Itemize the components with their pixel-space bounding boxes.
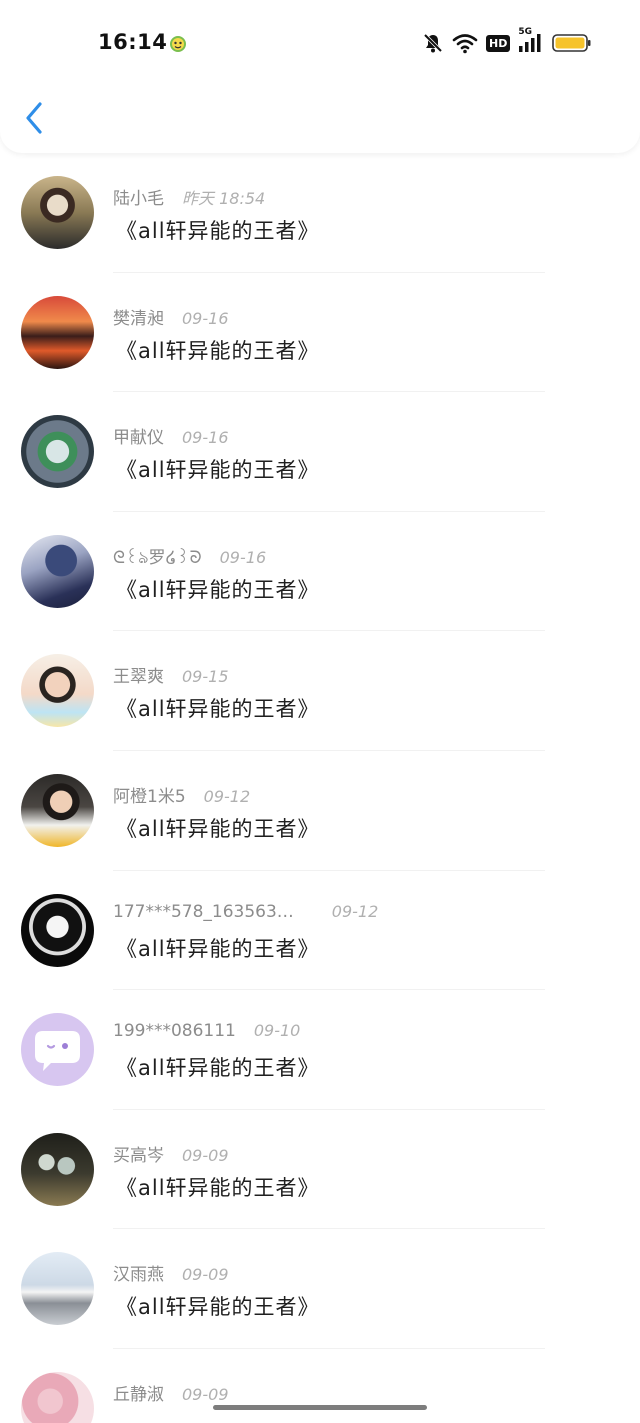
battery-icon [552,32,592,54]
avatar[interactable] [21,1252,94,1326]
message-text: 《all轩异能的王者》 [116,1295,320,1320]
message-date: 09-12 [203,786,251,806]
list-item[interactable]: ᘓ꒰ঌ罗໒꒱ᘐ 09-16 《all轩异能的王者》 [0,512,640,632]
chat-bubble-icon [35,1031,80,1072]
avatar[interactable] [21,534,94,608]
message-list: 陆小毛 昨天 18:54 《all轩异能的王者》 樊清昶 09-16 《all轩异能… [0,153,640,1423]
sender-name: 陆小毛 [113,189,164,209]
sender-name: 丘静淑 [113,1384,164,1405]
message-date: 09-09 [182,1265,229,1285]
mute-bell-icon [422,32,444,54]
message-text: 《all轩异能的王者》 [116,338,320,363]
avatar[interactable] [21,176,94,249]
avatar[interactable] [21,893,94,967]
message-text: 《all轩异能的王者》 [116,697,320,722]
message-date: 09-16 [182,428,229,448]
sender-name: 汉雨燕 [113,1265,164,1286]
status-time: 16:14 [98,30,168,54]
cellular-signal-icon: 5G [518,27,544,54]
status-bar: 16:14 HD 5G [0,24,640,64]
avatar[interactable] [21,1132,94,1206]
list-item[interactable]: 陆小毛 昨天 18:54 《all轩异能的王者》 [0,153,640,273]
sender-name: 177***578_163563… [113,901,294,922]
chevron-left-icon [26,102,42,134]
notification-emoji-icon [168,34,188,54]
message-date: 09-09 [182,1384,229,1404]
message-date: 09-12 [331,901,379,921]
avatar[interactable] [21,1371,94,1423]
avatar[interactable] [21,415,94,489]
message-text: 《all轩异能的王者》 [116,219,320,243]
message-date: 09-16 [219,547,267,567]
message-text: 《all轩异能的王者》 [116,936,320,961]
message-text: 《all轩异能的王者》 [116,816,320,841]
list-item[interactable]: 樊清昶 09-16 《all轩异能的王者》 [0,273,640,393]
sender-name: 甲献仪 [113,428,164,449]
network-type-label: 5G [518,27,532,37]
wifi-icon [452,32,478,54]
top-bar: 16:14 HD 5G [0,0,640,153]
message-date: 09-10 [253,1021,301,1041]
sender-name: 阿橙1米5 [113,786,186,807]
list-item[interactable]: 汉雨燕 09-09 《all轩异能的王者》 [0,1229,640,1349]
message-date: 09-16 [182,308,229,328]
list-item[interactable]: 王翠爽 09-15 《all轩异能的王者》 [0,631,640,751]
message-text: 《all轩异能的王者》 [116,1175,320,1200]
list-item[interactable]: 阿橙1米5 09-12 《all轩异能的王者》 [0,751,640,871]
system-icons: HD 5G [422,27,592,56]
list-item[interactable]: 甲献仪 09-16 《all轩异能的王者》 [0,392,640,512]
sender-name: 买高岑 [113,1145,164,1166]
message-text: 《all轩异能的王者》 [116,1056,320,1081]
list-item[interactable]: 177***578_163563… 09-12 《all轩异能的王者》 [0,871,640,991]
list-item[interactable]: 丘静淑 09-09 [0,1349,640,1423]
sender-name: 199***086111 [113,1021,236,1042]
message-date: 09-15 [182,667,229,687]
avatar[interactable] [21,773,94,847]
message-date: 昨天 18:54 [182,189,266,208]
sender-name: 樊清昶 [113,308,164,329]
hd-badge: HD [486,34,511,52]
message-date: 09-09 [182,1145,229,1165]
message-text: 《all轩异能的王者》 [116,577,320,602]
list-item[interactable]: 买高岑 09-09 《all轩异能的王者》 [0,1110,640,1230]
message-text: 《all轩异能的王者》 [116,458,320,483]
avatar[interactable] [21,1013,94,1087]
avatar[interactable] [21,295,94,369]
home-indicator[interactable] [213,1405,427,1410]
sender-name: ᘓ꒰ঌ罗໒꒱ᘐ [113,547,202,568]
sender-name: 王翠爽 [113,667,164,688]
back-button[interactable] [22,100,48,136]
avatar[interactable] [21,654,94,728]
list-item[interactable]: 199***086111 09-10 《all轩异能的王者》 [0,990,640,1110]
